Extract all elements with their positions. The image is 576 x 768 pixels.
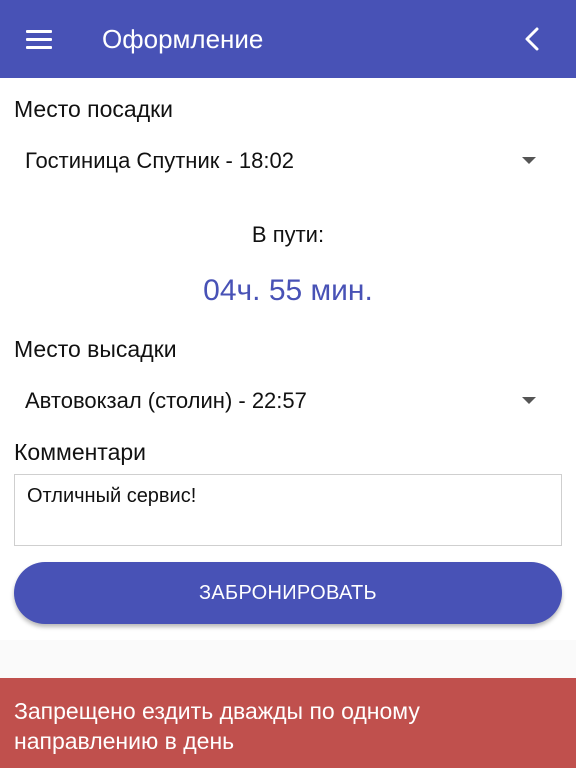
menu-line xyxy=(26,46,52,49)
comment-label: Комментари xyxy=(14,439,147,465)
dropdown-arrow-icon xyxy=(522,397,536,404)
book-button[interactable]: ЗАБРОНИРОВАТЬ xyxy=(14,562,562,624)
dropoff-spinner[interactable]: Автовокзал (столин) - 22:57 xyxy=(14,376,562,426)
dropoff-label: Место высадки xyxy=(14,336,177,362)
page-title: Оформление xyxy=(102,24,264,54)
travel-time-value: 04ч. 55 мин. xyxy=(203,274,373,307)
hamburger-menu-icon[interactable] xyxy=(26,28,52,50)
menu-line xyxy=(26,30,52,33)
pickup-label: Место посадки xyxy=(14,96,174,122)
travel-time-label: В пути: xyxy=(251,222,325,247)
footer-spacer xyxy=(0,640,576,678)
pickup-selected-value: Гостиница Спутник - 18:02 xyxy=(25,148,294,173)
comment-input[interactable]: Отличный сервис! xyxy=(14,474,562,546)
error-banner: Запрещено ездить дважды по одному направ… xyxy=(0,678,576,768)
app-bar: Оформление xyxy=(0,0,576,78)
chevron-left-icon[interactable] xyxy=(518,24,548,54)
dropoff-selected-value: Автовокзал (столин) - 22:57 xyxy=(25,388,307,413)
error-message: Запрещено ездить дважды по одному направ… xyxy=(14,698,420,754)
pickup-spinner[interactable]: Гостиница Спутник - 18:02 xyxy=(14,136,562,186)
menu-line xyxy=(26,38,52,41)
dropdown-arrow-icon xyxy=(522,157,536,164)
